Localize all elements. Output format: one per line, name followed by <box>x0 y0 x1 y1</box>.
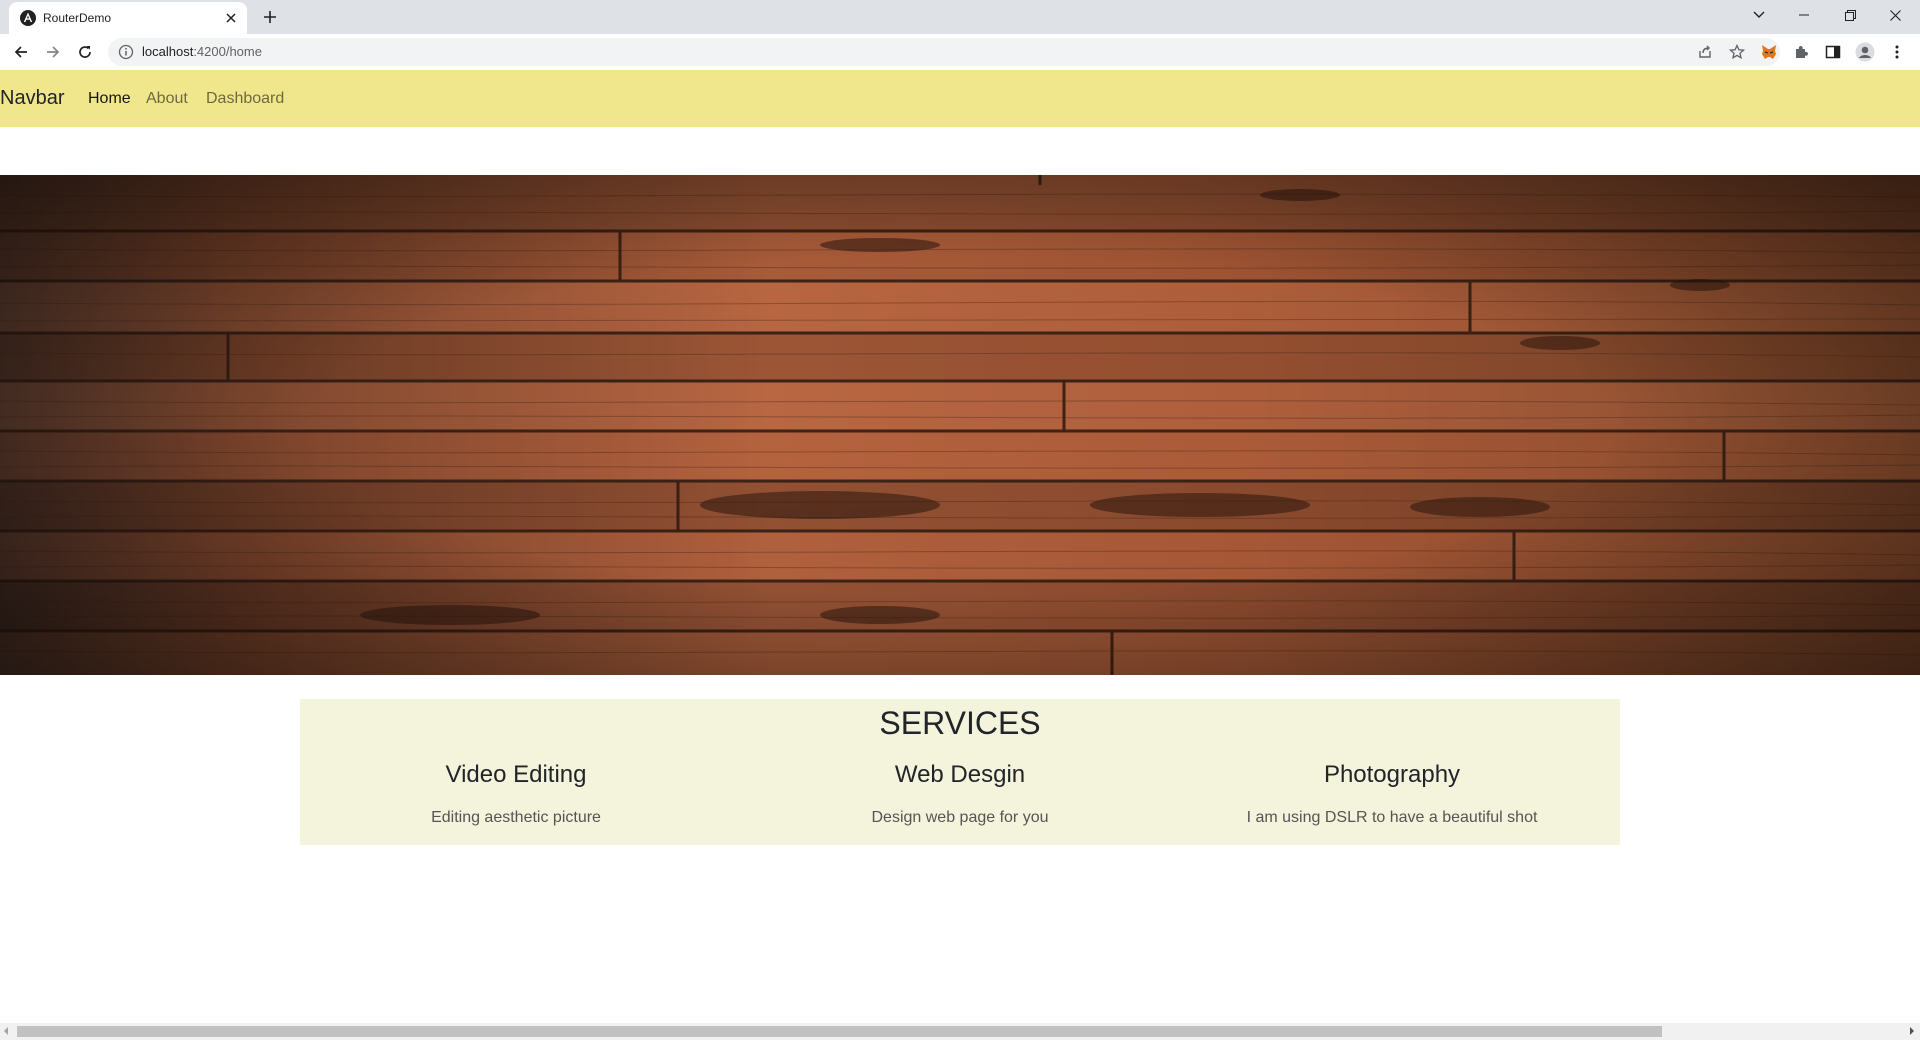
browser-toolbar: localhost:4200/home <box>0 34 1920 71</box>
extensions-puzzle-icon[interactable] <box>1789 40 1813 64</box>
site-info-icon[interactable] <box>118 44 134 60</box>
service-title: Video Editing <box>445 761 587 788</box>
close-tab-icon[interactable] <box>223 10 239 26</box>
browser-tab[interactable]: RouterDemo <box>9 2 247 34</box>
metamask-fox-icon[interactable] <box>1757 40 1781 64</box>
browser-tabstrip: RouterDemo <box>0 0 1920 34</box>
forward-arrow-icon[interactable] <box>41 40 65 64</box>
reload-icon[interactable] <box>73 40 97 64</box>
tab-title: RouterDemo <box>43 11 112 25</box>
service-description: I am using DSLR to have a beautiful shot <box>1246 809 1538 826</box>
url-path: :4200/home <box>193 44 262 59</box>
angular-logo-icon <box>20 10 36 26</box>
navbar: Navbar Home About Dashboard <box>0 70 1920 127</box>
service-title: Web Desgin <box>894 761 1026 788</box>
url-text[interactable]: localhost:4200/home <box>142 44 262 59</box>
service-title: Photography <box>1323 761 1461 788</box>
minimize-window-icon[interactable] <box>1781 0 1827 30</box>
url-host: localhost <box>142 44 194 59</box>
horizontal-scrollbar-thumb[interactable] <box>17 1026 1662 1037</box>
address-bar[interactable]: localhost:4200/home <box>108 38 1780 66</box>
new-tab-plus-icon[interactable] <box>259 6 281 28</box>
restore-window-icon[interactable] <box>1827 0 1873 30</box>
services-section: SERVICES Video Editing Editing aesthetic… <box>300 699 1620 845</box>
service-description: Editing aesthetic picture <box>431 809 601 826</box>
nav-link-home[interactable]: Home <box>88 90 131 108</box>
profile-avatar-icon[interactable] <box>1853 40 1877 64</box>
tab-search-chevron-icon[interactable] <box>1736 0 1782 30</box>
bookmark-star-icon[interactable] <box>1727 42 1747 62</box>
nav-link-dashboard[interactable]: Dashboard <box>206 90 284 108</box>
side-panel-icon[interactable] <box>1821 40 1845 64</box>
close-window-icon[interactable] <box>1872 0 1918 30</box>
scroll-right-arrow-icon[interactable] <box>1910 1027 1914 1035</box>
back-arrow-icon[interactable] <box>9 40 33 64</box>
service-description: Design web page for you <box>871 809 1049 826</box>
scroll-left-arrow-icon[interactable] <box>4 1027 8 1035</box>
services-title: SERVICES <box>879 705 1041 741</box>
nav-link-about[interactable]: About <box>146 90 188 108</box>
navbar-brand[interactable]: Navbar <box>0 87 64 110</box>
share-icon[interactable] <box>1695 42 1715 62</box>
chrome-menu-icon[interactable] <box>1885 40 1909 64</box>
hero-wood-image <box>0 175 1920 675</box>
horizontal-scrollbar[interactable] <box>0 1023 1920 1040</box>
